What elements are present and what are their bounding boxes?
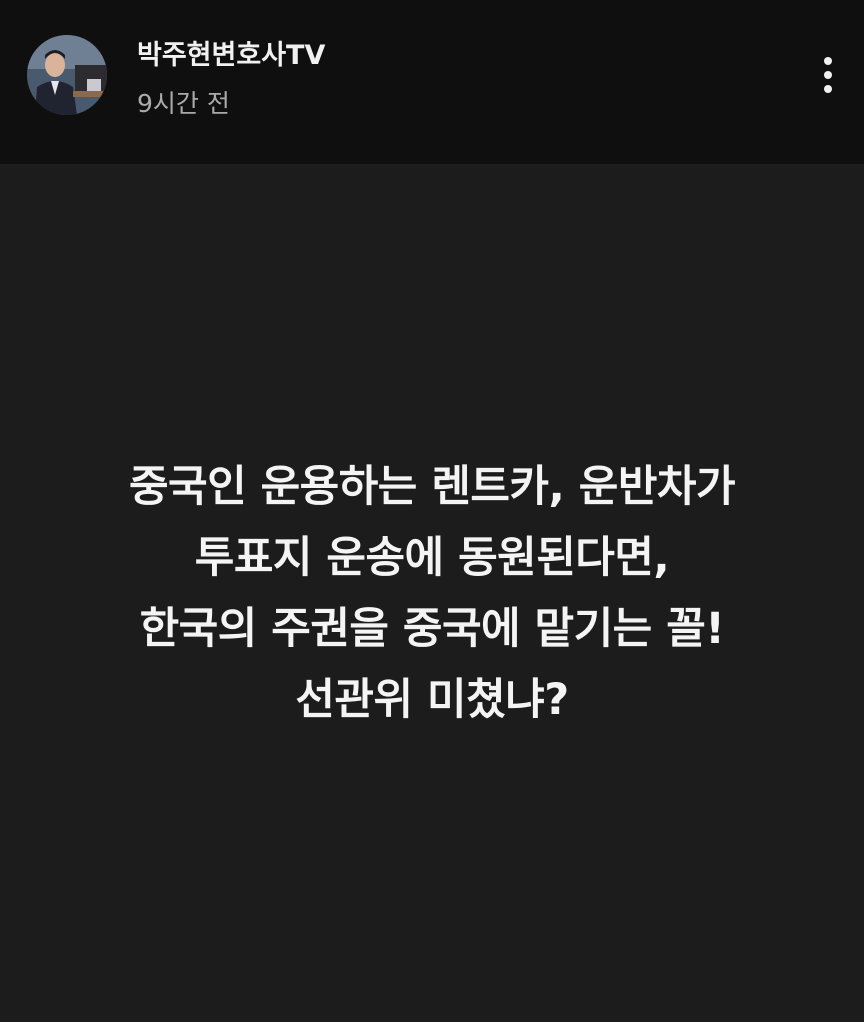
channel-avatar[interactable]: [27, 35, 107, 115]
post-header: 박주현변호사TV 9시간 전: [0, 0, 864, 164]
post-timestamp: 9시간 전: [137, 89, 230, 118]
post-body: 중국인 운용하는 렌트카, 운반차가 투표지 운송에 동원된다면, 한국의 주권…: [0, 164, 864, 1022]
post-text-line-2: 투표지 운송에 동원된다면,: [194, 533, 670, 583]
post-text-line-1: 중국인 운용하는 렌트카, 운반차가: [128, 462, 736, 512]
more-vertical-icon: [824, 57, 832, 65]
more-vertical-icon-dot-2: [824, 71, 832, 79]
avatar-photo-icon: [27, 35, 107, 115]
post-text-line-3: 한국의 주권을 중국에 맡기는 꼴!: [139, 604, 725, 654]
channel-name[interactable]: 박주현변호사TV: [137, 33, 325, 72]
post-text-line-4: 선관위 미쳤냐?: [295, 675, 569, 725]
more-options-button[interactable]: [808, 52, 848, 98]
post-text: 중국인 운용하는 렌트카, 운반차가 투표지 운송에 동원된다면, 한국의 주권…: [0, 452, 864, 736]
more-vertical-icon-dot-3: [824, 85, 832, 93]
